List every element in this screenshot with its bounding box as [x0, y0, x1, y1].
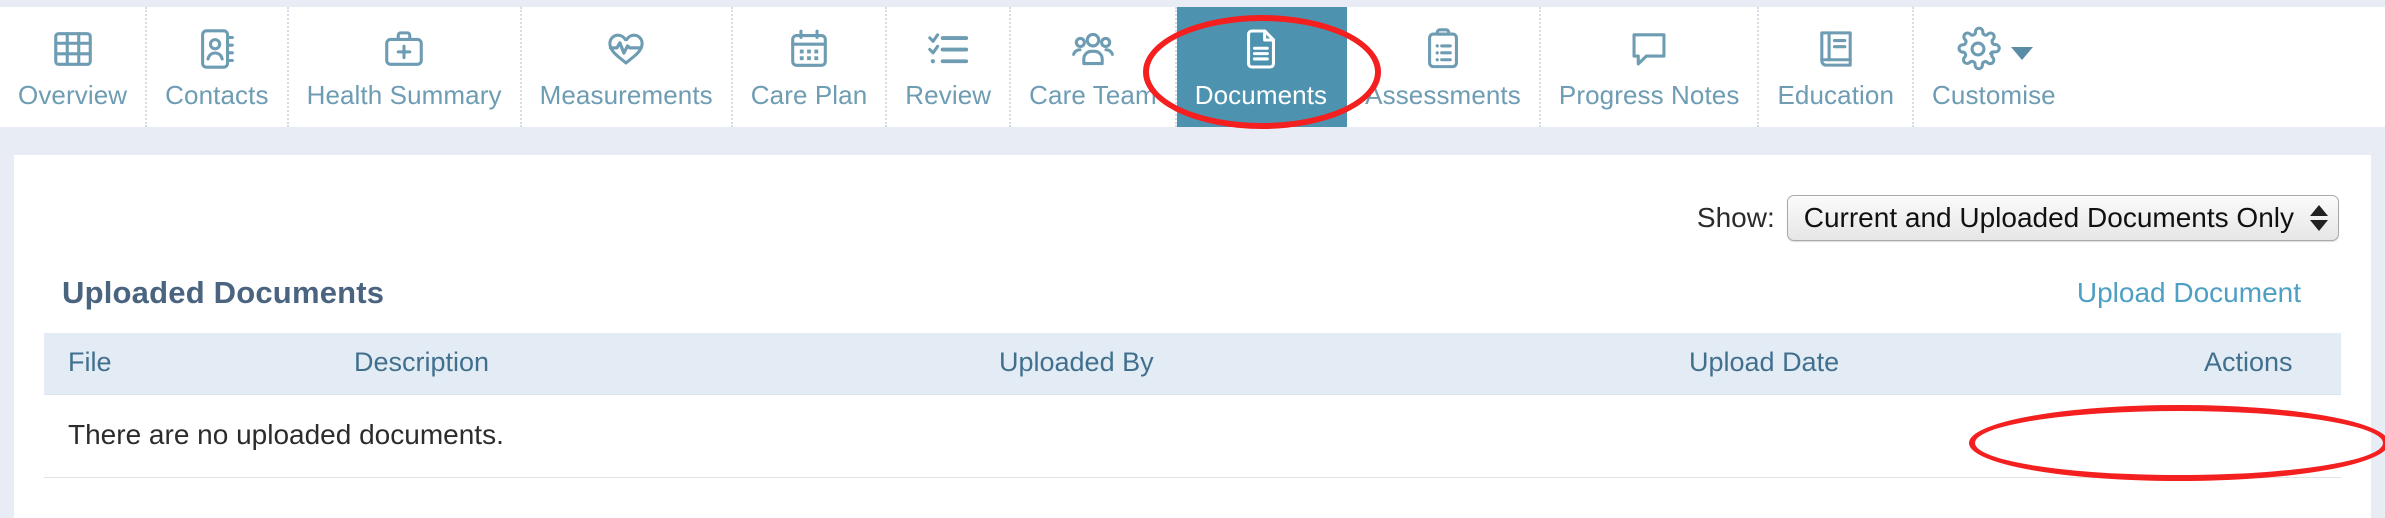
page-title: Uploaded Documents	[62, 275, 385, 310]
tab-label: Education	[1777, 80, 1895, 110]
tab-review[interactable]: Review	[887, 7, 1012, 127]
tab-label: Assessments	[1365, 80, 1521, 110]
chevron-down-icon[interactable]	[2010, 46, 2033, 60]
uploaded-documents-header: Uploaded Documents Upload Document	[62, 241, 2323, 311]
tab-label: Documents	[1194, 80, 1328, 110]
gear-icon	[1955, 26, 2001, 72]
column-header-upload-date[interactable]: Upload Date	[1689, 333, 2204, 395]
tab-assessments[interactable]: Assessments	[1347, 7, 1541, 127]
address-book-icon	[194, 23, 240, 75]
table-body: There are no uploaded documents.	[44, 394, 2341, 478]
book-icon	[1813, 23, 1859, 75]
column-header-uploaded-by[interactable]: Uploaded By	[999, 333, 1689, 395]
uploaded-documents-table: File Description Uploaded By Upload Date…	[44, 333, 2341, 478]
patient-record-tabbar: Overview Contacts Health Summary Measuremen…	[0, 7, 2385, 129]
tab-progress-notes[interactable]: Progress Notes	[1540, 7, 1760, 127]
tab-label: Health Summary	[306, 80, 502, 110]
column-header-file[interactable]: File	[44, 333, 354, 395]
tab-documents[interactable]: Documents	[1176, 7, 1348, 127]
people-group-icon	[1070, 23, 1116, 75]
tab-label: Overview	[18, 80, 128, 110]
tab-label: Contacts	[165, 80, 269, 110]
tab-contacts[interactable]: Contacts	[147, 7, 289, 127]
tab-label: Customise	[1932, 80, 2056, 110]
show-filter-select[interactable]: Current and Uploaded Documents Only	[1786, 195, 2339, 241]
clipboard-list-icon	[1420, 23, 1466, 75]
document-page-icon	[1238, 23, 1284, 75]
tab-label: Review	[905, 80, 992, 110]
speech-bubble-icon	[1626, 23, 1672, 75]
table-empty-row: There are no uploaded documents.	[44, 394, 2341, 478]
tab-label: Care Plan	[750, 80, 868, 110]
select-stepper-icon	[2310, 204, 2328, 231]
column-header-actions: Actions	[2204, 333, 2341, 395]
tab-customise[interactable]: Customise	[1914, 7, 2074, 127]
tabbar-container: Overview Contacts Health Summary Measuremen…	[0, 0, 2385, 129]
tab-health-summary[interactable]: Health Summary	[288, 7, 522, 127]
documents-panel: Show: Current and Uploaded Documents Onl…	[14, 155, 2385, 518]
grid-table-icon	[50, 23, 96, 75]
column-header-description[interactable]: Description	[354, 333, 999, 395]
tab-care-team[interactable]: Care Team	[1011, 7, 1177, 127]
tabbar-content-separator	[0, 127, 2385, 155]
heart-pulse-icon	[603, 23, 649, 75]
filter-row: Show: Current and Uploaded Documents Onl…	[14, 155, 2371, 241]
gear-icon	[1955, 23, 2033, 75]
medical-bag-icon	[381, 23, 427, 75]
table-header: File Description Uploaded By Upload Date…	[44, 333, 2341, 395]
show-filter-selected-value: Current and Uploaded Documents Only	[1803, 201, 2294, 233]
tab-care-plan[interactable]: Care Plan	[732, 7, 888, 127]
tab-label: Measurements	[539, 80, 713, 110]
show-filter-label: Show:	[1696, 202, 1775, 233]
empty-state-message: There are no uploaded documents.	[44, 394, 2341, 478]
checklist-icon	[925, 23, 971, 75]
tab-education[interactable]: Education	[1759, 7, 1915, 127]
calendar-icon	[786, 23, 832, 75]
table-header-row: File Description Uploaded By Upload Date…	[44, 333, 2341, 395]
customise-icon-row	[1955, 26, 2033, 72]
tab-label: Progress Notes	[1558, 80, 1740, 110]
upload-document-button[interactable]: Upload Document	[2077, 277, 2301, 309]
tab-overview[interactable]: Overview	[0, 7, 148, 127]
tab-label: Care Team	[1029, 80, 1157, 110]
tab-measurements[interactable]: Measurements	[521, 7, 733, 127]
